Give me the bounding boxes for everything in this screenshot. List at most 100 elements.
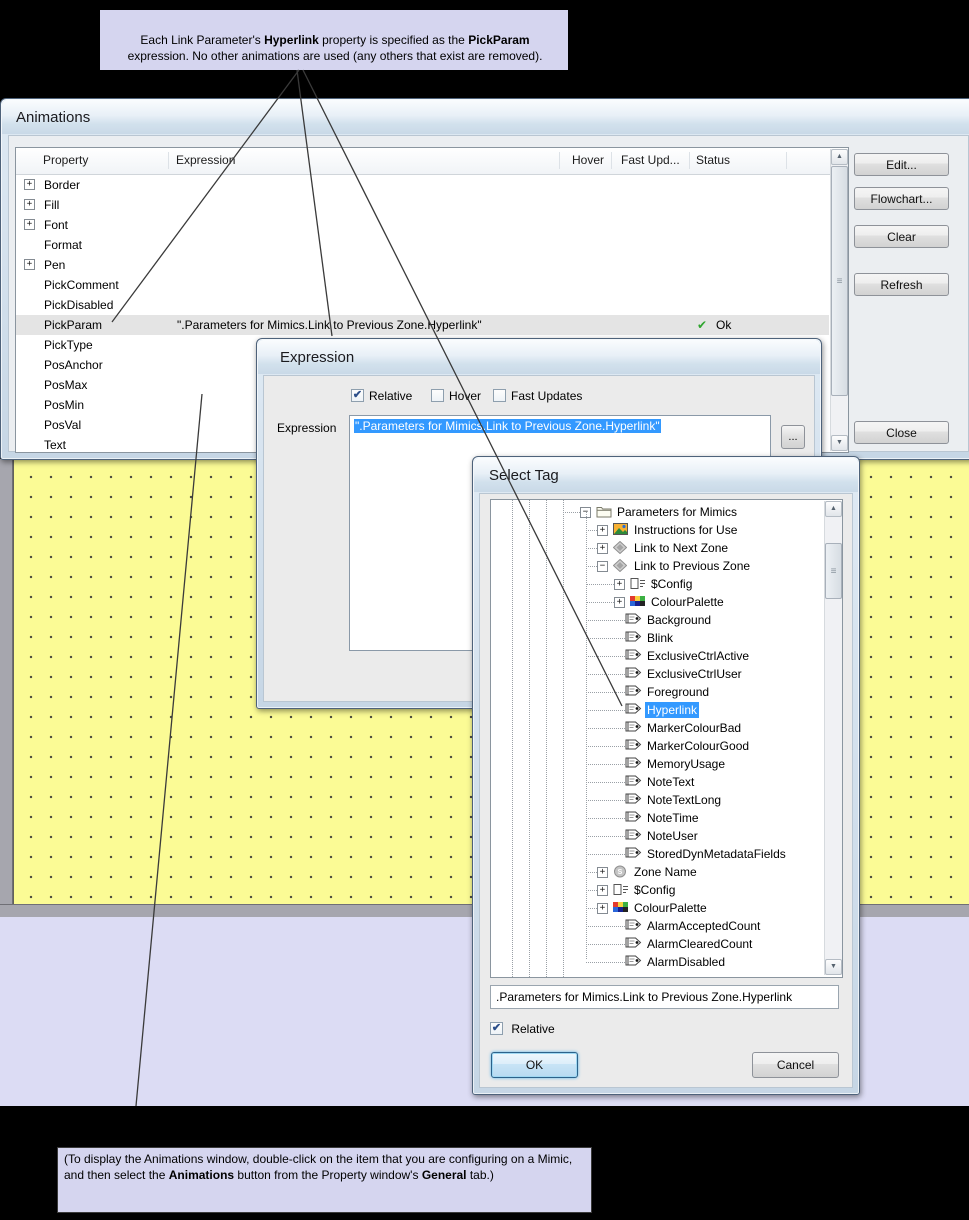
tree-item-colourpalette[interactable]: +ColourPalette bbox=[491, 593, 842, 611]
top-callout: Each Link Parameter's Hyperlink property… bbox=[100, 10, 568, 70]
tree-item-label: $Config bbox=[632, 882, 677, 898]
relative-checkbox[interactable]: ✔ Relative bbox=[490, 1021, 555, 1037]
column-header-fast-upd[interactable]: Fast Upd... bbox=[621, 153, 680, 167]
expand-plus-icon[interactable]: + bbox=[597, 867, 608, 878]
browse-button[interactable]: ... bbox=[781, 425, 805, 449]
checkbox-box[interactable]: ✔ bbox=[490, 1022, 503, 1035]
tree-item-alarmacceptedcount[interactable]: AlarmAcceptedCount bbox=[491, 917, 842, 935]
property-row-border[interactable]: +Border bbox=[16, 175, 829, 195]
property-row-pickdisabled[interactable]: PickDisabled bbox=[16, 295, 829, 315]
fast-updates-checkbox[interactable]: Fast Updates bbox=[493, 388, 582, 402]
tree-item-exclusivectrlactive[interactable]: ExclusiveCtrlActive bbox=[491, 647, 842, 665]
expand-plus-icon[interactable]: + bbox=[24, 179, 35, 190]
expand-plus-icon[interactable]: + bbox=[24, 199, 35, 210]
flowchart-button[interactable]: Flowchart... bbox=[854, 187, 949, 210]
relative-checkbox[interactable]: ✔ Relative bbox=[351, 388, 412, 402]
property-name: Text bbox=[44, 435, 66, 452]
refresh-button[interactable]: Refresh bbox=[854, 273, 949, 296]
tree-item-exclusivectrluser[interactable]: ExclusiveCtrlUser bbox=[491, 665, 842, 683]
tree-item-storeddynmetadatafields[interactable]: StoredDynMetadataFields bbox=[491, 845, 842, 863]
expand-plus-icon[interactable]: + bbox=[24, 259, 35, 270]
checkbox-box[interactable] bbox=[493, 389, 506, 402]
tree-item-link-to-next-zone[interactable]: +Link to Next Zone bbox=[491, 539, 842, 557]
expand-plus-icon[interactable]: + bbox=[597, 525, 608, 536]
expression-checkbox-row: ✔ Relative Hover Fast Updates bbox=[257, 388, 821, 404]
tree-item-memoryusage[interactable]: MemoryUsage bbox=[491, 755, 842, 773]
close-button[interactable]: Close bbox=[854, 421, 949, 444]
expand-plus-icon[interactable]: + bbox=[597, 903, 608, 914]
ok-button[interactable]: OK bbox=[491, 1052, 578, 1078]
config-icon bbox=[613, 883, 630, 897]
property-row-pickparam[interactable]: PickParam".Parameters for Mimics.Link to… bbox=[16, 315, 829, 335]
callout-text-bold: General bbox=[422, 1168, 467, 1182]
expand-plus-icon[interactable]: + bbox=[614, 579, 625, 590]
checkbox-box[interactable]: ✔ bbox=[351, 389, 364, 402]
scroll-thumb[interactable]: ≡ bbox=[831, 166, 848, 396]
tree-item-zone-name[interactable]: +SZone Name bbox=[491, 863, 842, 881]
tree-item-alarmdisabled[interactable]: AlarmDisabled bbox=[491, 953, 842, 971]
tag-icon bbox=[625, 721, 642, 735]
column-header-hover[interactable]: Hover bbox=[572, 153, 604, 167]
animations-titlebar[interactable]: Animations bbox=[2, 100, 969, 134]
tree-item-parameters-for-mimics[interactable]: −Parameters for Mimics bbox=[491, 503, 842, 521]
tree-item-notetime[interactable]: NoteTime bbox=[491, 809, 842, 827]
checkbox-box[interactable] bbox=[431, 389, 444, 402]
tree-connector-stub bbox=[586, 692, 625, 693]
tree-item-label: MemoryUsage bbox=[645, 756, 727, 772]
tree-item-foreground[interactable]: Foreground bbox=[491, 683, 842, 701]
list-scrollbar[interactable]: ▲ ≡ ▼ bbox=[830, 149, 848, 451]
checkbox-label: Relative bbox=[369, 389, 412, 403]
tree-item-instructions-for-use[interactable]: +Instructions for Use bbox=[491, 521, 842, 539]
tag-path-input[interactable]: .Parameters for Mimics.Link to Previous … bbox=[490, 985, 839, 1009]
scroll-up-icon[interactable]: ▲ bbox=[831, 149, 848, 165]
tree-connector-stub bbox=[586, 638, 625, 639]
zone-icon: S bbox=[613, 865, 630, 879]
column-header-status[interactable]: Status bbox=[696, 153, 730, 167]
tree-item-alarmclearedcount[interactable]: AlarmClearedCount bbox=[491, 935, 842, 953]
edit-button[interactable]: Edit... bbox=[854, 153, 949, 176]
select-tag-titlebar[interactable]: Select Tag bbox=[474, 458, 858, 492]
tree-item-config[interactable]: + $Config bbox=[491, 881, 842, 899]
tree-item-notetextlong[interactable]: NoteTextLong bbox=[491, 791, 842, 809]
tree-item-colourpalette[interactable]: +ColourPalette bbox=[491, 899, 842, 917]
cancel-button[interactable]: Cancel bbox=[752, 1052, 839, 1078]
scroll-down-icon[interactable]: ▼ bbox=[825, 959, 842, 975]
tag-icon bbox=[625, 793, 642, 807]
scroll-down-icon[interactable]: ▼ bbox=[831, 435, 848, 451]
expression-titlebar[interactable]: Expression bbox=[258, 340, 820, 374]
property-row-pickcomment[interactable]: PickComment bbox=[16, 275, 829, 295]
property-name: PosMin bbox=[44, 395, 84, 415]
property-name: PickComment bbox=[44, 275, 119, 295]
tree-item-notetext[interactable]: NoteText bbox=[491, 773, 842, 791]
tree-connector-stub bbox=[586, 728, 625, 729]
hover-checkbox[interactable]: Hover bbox=[431, 388, 481, 402]
tree-item-markercolourbad[interactable]: MarkerColourBad bbox=[491, 719, 842, 737]
tree-item-hyperlink[interactable]: Hyperlink bbox=[491, 701, 842, 719]
tree-item-config[interactable]: +$Config bbox=[491, 575, 842, 593]
tag-icon bbox=[625, 847, 642, 861]
column-header-property[interactable]: Property bbox=[43, 153, 88, 167]
property-name: PosMax bbox=[44, 375, 87, 395]
scroll-thumb[interactable]: ≡ bbox=[825, 543, 842, 599]
collapse-minus-icon[interactable]: − bbox=[597, 561, 608, 572]
expand-plus-icon[interactable]: + bbox=[597, 885, 608, 896]
clear-button[interactable]: Clear bbox=[854, 225, 949, 248]
tree-connector-stub bbox=[586, 908, 597, 909]
property-row-font[interactable]: +Font bbox=[16, 215, 829, 235]
select-tag-dialog: Select Tag −Parameters for Mimics+Instru… bbox=[472, 456, 860, 1095]
tree-item-label: AlarmClearedCount bbox=[645, 936, 754, 952]
expand-plus-icon[interactable]: + bbox=[614, 597, 625, 608]
expand-plus-icon[interactable]: + bbox=[24, 219, 35, 230]
tree-item-noteuser[interactable]: NoteUser bbox=[491, 827, 842, 845]
scroll-up-icon[interactable]: ▲ bbox=[825, 501, 842, 517]
property-row-format[interactable]: Format bbox=[16, 235, 829, 255]
column-header-expression[interactable]: Expression bbox=[176, 153, 235, 167]
tree-item-blink[interactable]: Blink bbox=[491, 629, 842, 647]
tree-item-link-to-previous-zone[interactable]: −Link to Previous Zone bbox=[491, 557, 842, 575]
expand-plus-icon[interactable]: + bbox=[597, 543, 608, 554]
tree-item-background[interactable]: Background bbox=[491, 611, 842, 629]
property-row-fill[interactable]: +Fill bbox=[16, 195, 829, 215]
tree-item-markercolourgood[interactable]: MarkerColourGood bbox=[491, 737, 842, 755]
property-row-pen[interactable]: +Pen bbox=[16, 255, 829, 275]
tree-scrollbar[interactable]: ▲ ≡ ▼ bbox=[824, 501, 842, 975]
